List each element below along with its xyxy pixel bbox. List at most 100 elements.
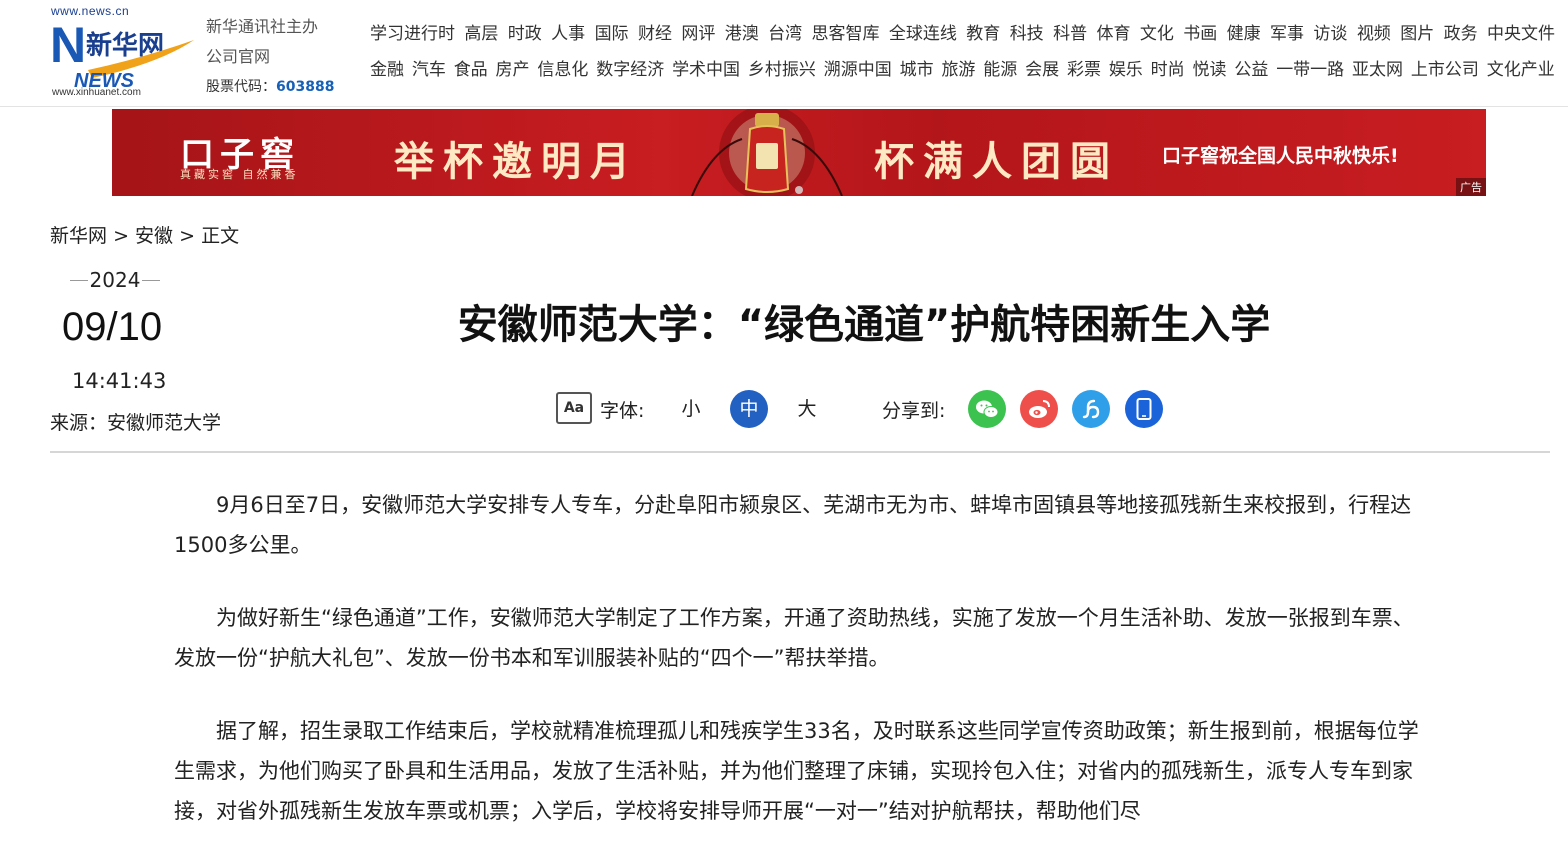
title-divider [50,451,1550,453]
article-paragraph: 9月6日至7日，安徽师范大学安排专人专车，分赴阜阳市颍泉区、芜湖市无为市、蚌埠市… [174,493,1412,557]
ad-carousel-dots[interactable] [795,179,809,196]
stock-code-link[interactable]: 603888 [276,79,334,95]
article-title: 安徽师范大学：“绿色通道”护航特困新生入学 [457,302,1271,348]
mobile-icon [1136,398,1152,420]
nav-link[interactable]: 彩票 [1067,56,1101,92]
publish-time: 14:41:43 [72,369,167,393]
nav-link[interactable]: 访谈 [1313,20,1347,56]
article-paragraph: 据了解，招生录取工作结束后，学校就精准梳理孤儿和残疾学生33名，及时联系这些同学… [174,719,1419,823]
share-wechat-button[interactable] [968,390,1006,428]
nav-link[interactable]: 国际 [595,20,629,56]
breadcrumb-home[interactable]: 新华网 [50,225,107,247]
site-logo[interactable]: www.news.cn N 新华网 NEWS www.xinhuanet.com [48,4,196,100]
nav-link[interactable]: 娱乐 [1109,56,1143,92]
ad-brand-sub: 真藏实窖 自然兼香 [180,168,299,181]
share-mobile-button[interactable] [1125,390,1163,428]
nav-link[interactable]: 网评 [681,20,715,56]
nav-link[interactable]: 视频 [1357,20,1391,56]
nav-link[interactable]: 文化 [1140,20,1174,56]
article-source: 来源：安徽师范大学 [50,412,222,434]
font-size-icon: Aa [556,392,592,424]
channel-nav-row-1: 学习进行时 高层 时政 人事 国际 财经 网评 港澳 台湾 思客智库 全球连线 教育 科技 科普 体育 文化书… [370,20,1555,56]
nav-link[interactable]: 高层 [464,20,498,56]
font-size-small-button[interactable]: 小 [672,390,710,428]
nav-link[interactable]: 体育 [1096,20,1130,56]
article-body: 9月6日至7日，安徽师范大学安排专人专车，分赴阜阳市颍泉区、芜湖市无为市、蚌埠市… [174,485,1426,864]
stock-label: 股票代码： [206,79,276,95]
nav-link[interactable]: 能源 [983,56,1017,92]
nav-link[interactable]: 金融 [370,56,404,92]
article-toolbar: Aa 字体: 小 中 大 分享到: [556,390,1176,430]
nav-link[interactable]: 溯源中国 [824,56,892,92]
nav-link[interactable]: 汽车 [412,56,446,92]
breadcrumb-separator: > [179,225,196,247]
nav-link[interactable]: 思客智库 [812,20,880,56]
nav-link[interactable]: 城市 [900,56,934,92]
nav-link[interactable]: 书画 [1183,20,1217,56]
nav-link[interactable]: 全球连线 [889,20,957,56]
font-size-large-button[interactable]: 大 [788,390,826,428]
org-info: 新华通讯社主办 公司官网 股票代码：603888 [206,12,334,102]
nav-link[interactable]: 文化产业 [1487,56,1555,92]
ad-slogan-2: 杯满人团圆 [874,138,1119,185]
nav-link[interactable]: 数字经济 [596,56,664,92]
nav-link[interactable]: 教育 [966,20,1000,56]
share-link-button[interactable] [1072,390,1110,428]
breadcrumb-current: 正文 [201,225,240,247]
share-label: 分享到: [882,400,946,422]
logo-url-bottom: www.xinhuanet.com [52,87,141,98]
nav-link[interactable]: 时尚 [1151,56,1185,92]
font-size-medium-button[interactable]: 中 [730,390,768,428]
nav-link[interactable]: 悦读 [1193,56,1227,92]
nav-link[interactable]: 房产 [496,56,530,92]
nav-link[interactable]: 台湾 [768,20,802,56]
org-line-2: 公司官网 [206,47,271,66]
publish-year: 2024 [70,268,160,292]
nav-link[interactable]: 图片 [1400,20,1434,56]
nav-link[interactable]: 旅游 [941,56,975,92]
ad-banner[interactable]: 口子窖 真藏实窖 自然兼香 举杯邀明月 杯满人团圆 口子窖祝全国人民中秋快乐! … [112,109,1486,196]
site-header: www.news.cn N 新华网 NEWS www.xinhuanet.com… [0,0,1568,107]
share-weibo-button[interactable] [1020,390,1058,428]
ad-slogan-1: 举杯邀明月 [394,138,639,185]
xinhua-logo-graphic: N 新华网 NEWS [50,18,194,88]
channel-nav-row-2: 金融 汽车 食品 房产 信息化 数字经济 学术中国 乡村振兴 溯源中国 城市 旅游 能源 会展 彩票 娱乐时… [370,56,1555,92]
nav-link[interactable]: 港澳 [725,20,759,56]
link-icon [1082,399,1100,419]
nav-link[interactable]: 公益 [1234,56,1268,92]
weibo-icon [1029,400,1050,418]
logo-url-top: www.news.cn [51,4,130,18]
nav-link[interactable]: 信息化 [537,56,588,92]
nav-link[interactable]: 乡村振兴 [748,56,816,92]
liquor-bottle-image [691,109,843,196]
nav-link[interactable]: 科普 [1053,20,1087,56]
nav-link[interactable]: 上市公司 [1411,56,1479,92]
nav-link[interactable]: 一带一路 [1276,56,1344,92]
nav-link[interactable]: 学术中国 [672,56,740,92]
nav-link[interactable]: 科技 [1010,20,1044,56]
carousel-dot[interactable] [795,186,803,194]
stock-info: 股票代码：603888 [206,72,334,102]
breadcrumb-anhui[interactable]: 安徽 [135,225,173,247]
org-line-1: 新华通讯社主办 [206,17,319,36]
channel-nav: 学习进行时 高层 时政 人事 国际 财经 网评 港澳 台湾 思客智库 全球连线 教育 科技 科普 体育 文化书… [370,20,1555,92]
wechat-icon [976,400,999,418]
font-size-label: 字体: [600,400,645,422]
nav-link[interactable]: 财经 [638,20,672,56]
nav-link[interactable]: 时政 [508,20,542,56]
nav-link[interactable]: 中央文件 [1487,20,1555,56]
ad-tag: 广告 [1456,178,1486,196]
nav-link[interactable]: 会展 [1025,56,1059,92]
nav-link[interactable]: 食品 [454,56,488,92]
nav-link[interactable]: 学习进行时 [370,20,455,56]
ad-greeting: 口子窖祝全国人民中秋快乐! [1162,145,1399,167]
breadcrumb: 新华网 > 安徽 > 正文 [50,221,239,248]
nav-link[interactable]: 亚太网 [1352,56,1403,92]
nav-link[interactable]: 人事 [551,20,585,56]
nav-link[interactable]: 军事 [1270,20,1304,56]
logo-news-text: NEWS [74,70,135,88]
nav-link[interactable]: 政务 [1444,20,1478,56]
breadcrumb-separator: > [113,225,129,247]
nav-link[interactable]: 健康 [1227,20,1261,56]
logo-n-glyph: N [50,18,86,73]
